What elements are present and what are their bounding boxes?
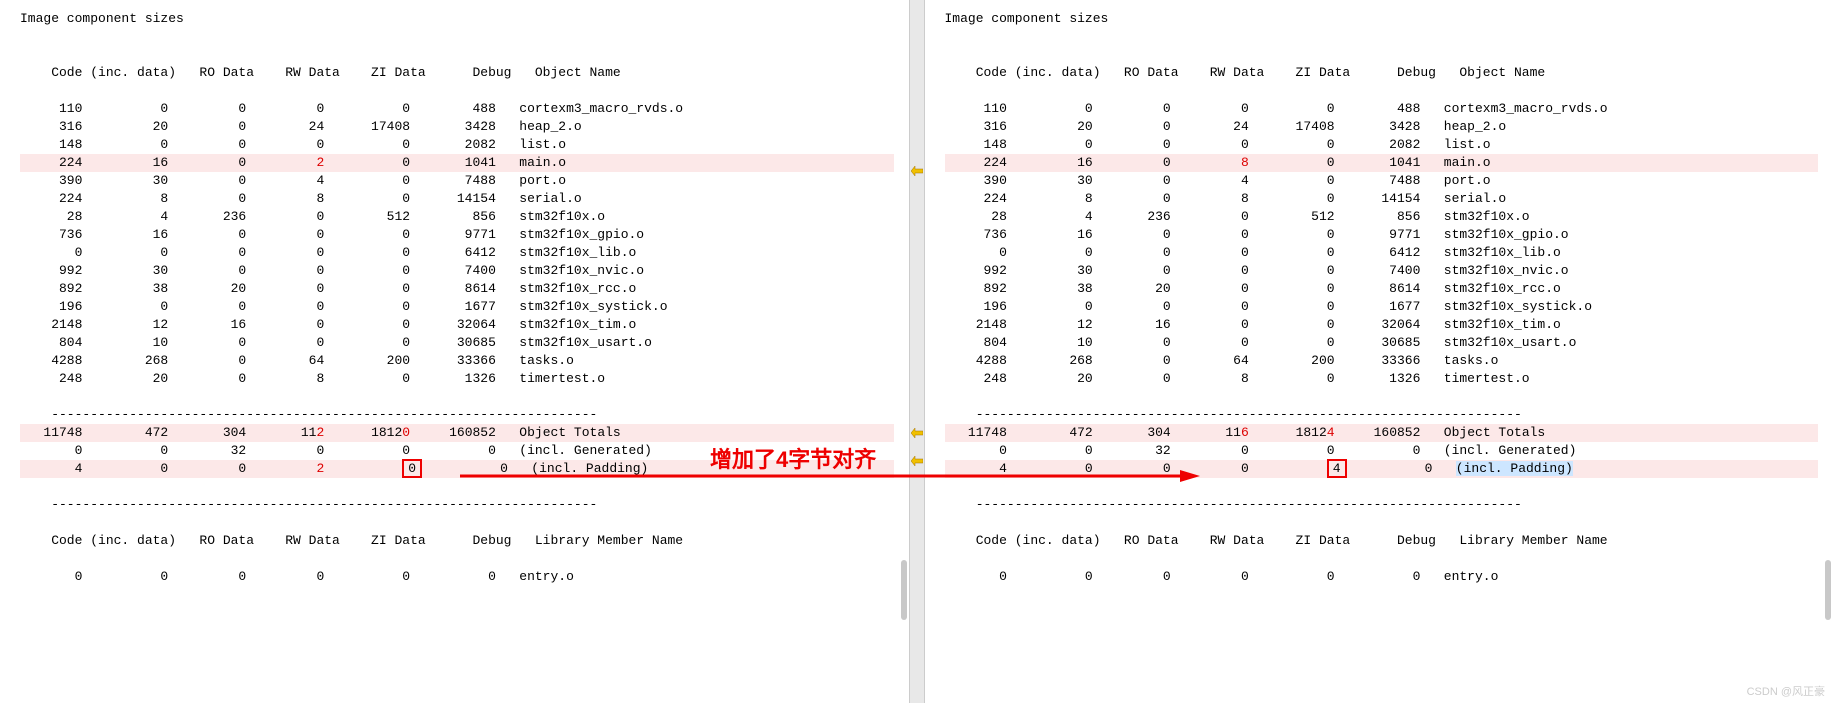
table-row: 892 38 20 0 0 8614 stm32f10x_rcc.o bbox=[945, 280, 1819, 298]
table-row: 736 16 0 0 0 9771 stm32f10x_gpio.o bbox=[20, 226, 894, 244]
table-row: 196 0 0 0 0 1677 stm32f10x_systick.o bbox=[945, 298, 1819, 316]
right-diff-pane[interactable]: Image component sizes Code (inc. data) R… bbox=[925, 0, 1833, 703]
diff-merge-left-icon[interactable] bbox=[911, 166, 923, 176]
dash-line: ----------------------------------------… bbox=[20, 406, 894, 424]
totals-row: 11748 472 304 112 18120 160852 Object To… bbox=[20, 424, 894, 442]
table-row: 224 16 0 2 0 1041 main.o bbox=[20, 154, 894, 172]
scroll-indicator bbox=[901, 560, 907, 620]
left-diff-pane[interactable]: Image component sizes Code (inc. data) R… bbox=[0, 0, 909, 703]
table-row: 2148 12 16 0 0 32064 stm32f10x_tim.o bbox=[945, 316, 1819, 334]
table-row: 0 0 0 0 0 6412 stm32f10x_lib.o bbox=[20, 244, 894, 262]
totals-row: 4 0 0 2 0 0 (incl. Padding) bbox=[20, 460, 894, 478]
diff-merge-left-icon[interactable] bbox=[911, 456, 923, 466]
totals-row: 4 0 0 0 4 0 (incl. Padding) bbox=[945, 460, 1819, 478]
diff-gutter bbox=[909, 0, 925, 703]
totals-row: 0 0 32 0 0 0 (incl. Generated) bbox=[20, 442, 894, 460]
table-row: 0 0 0 0 0 0 entry.o bbox=[20, 568, 894, 586]
table-row: 224 8 0 8 0 14154 serial.o bbox=[20, 190, 894, 208]
table-row: 2148 12 16 0 0 32064 stm32f10x_tim.o bbox=[20, 316, 894, 334]
dash-line: ----------------------------------------… bbox=[945, 496, 1819, 514]
table-row: 892 38 20 0 0 8614 stm32f10x_rcc.o bbox=[20, 280, 894, 298]
column-header: Code (inc. data) RO Data RW Data ZI Data… bbox=[945, 64, 1819, 82]
table-row: 316 20 0 24 17408 3428 heap_2.o bbox=[945, 118, 1819, 136]
table-row: 148 0 0 0 0 2082 list.o bbox=[945, 136, 1819, 154]
table-row: 992 30 0 0 0 7400 stm32f10x_nvic.o bbox=[945, 262, 1819, 280]
section-title: Image component sizes bbox=[20, 10, 894, 28]
table-row: 736 16 0 0 0 9771 stm32f10x_gpio.o bbox=[945, 226, 1819, 244]
section-title: Image component sizes bbox=[945, 10, 1819, 28]
table-row: 224 8 0 8 0 14154 serial.o bbox=[945, 190, 1819, 208]
dash-line: ----------------------------------------… bbox=[20, 496, 894, 514]
totals-row: 11748 472 304 116 18124 160852 Object To… bbox=[945, 424, 1819, 442]
column-header: Code (inc. data) RO Data RW Data ZI Data… bbox=[945, 532, 1819, 550]
table-row: 28 4 236 0 512 856 stm32f10x.o bbox=[945, 208, 1819, 226]
table-row: 148 0 0 0 0 2082 list.o bbox=[20, 136, 894, 154]
table-row: 804 10 0 0 0 30685 stm32f10x_usart.o bbox=[20, 334, 894, 352]
column-header: Code (inc. data) RO Data RW Data ZI Data… bbox=[20, 532, 894, 550]
dash-line: ----------------------------------------… bbox=[945, 406, 1819, 424]
table-row: 390 30 0 4 0 7488 port.o bbox=[20, 172, 894, 190]
table-row: 110 0 0 0 0 488 cortexm3_macro_rvds.o bbox=[945, 100, 1819, 118]
table-row: 110 0 0 0 0 488 cortexm3_macro_rvds.o bbox=[20, 100, 894, 118]
table-row: 248 20 0 8 0 1326 timertest.o bbox=[945, 370, 1819, 388]
table-row: 0 0 0 0 0 0 entry.o bbox=[945, 568, 1819, 586]
table-row: 804 10 0 0 0 30685 stm32f10x_usart.o bbox=[945, 334, 1819, 352]
table-row: 224 16 0 8 0 1041 main.o bbox=[945, 154, 1819, 172]
table-row: 4288 268 0 64 200 33366 tasks.o bbox=[945, 352, 1819, 370]
table-row: 316 20 0 24 17408 3428 heap_2.o bbox=[20, 118, 894, 136]
table-row: 28 4 236 0 512 856 stm32f10x.o bbox=[20, 208, 894, 226]
column-header: Code (inc. data) RO Data RW Data ZI Data… bbox=[20, 64, 894, 82]
table-row: 390 30 0 4 0 7488 port.o bbox=[945, 172, 1819, 190]
table-row: 992 30 0 0 0 7400 stm32f10x_nvic.o bbox=[20, 262, 894, 280]
table-row: 4288 268 0 64 200 33366 tasks.o bbox=[20, 352, 894, 370]
diff-merge-left-icon[interactable] bbox=[911, 428, 923, 438]
scroll-indicator bbox=[1825, 560, 1831, 620]
table-row: 196 0 0 0 0 1677 stm32f10x_systick.o bbox=[20, 298, 894, 316]
totals-row: 0 0 32 0 0 0 (incl. Generated) bbox=[945, 442, 1819, 460]
table-row: 0 0 0 0 0 6412 stm32f10x_lib.o bbox=[945, 244, 1819, 262]
table-row: 248 20 0 8 0 1326 timertest.o bbox=[20, 370, 894, 388]
